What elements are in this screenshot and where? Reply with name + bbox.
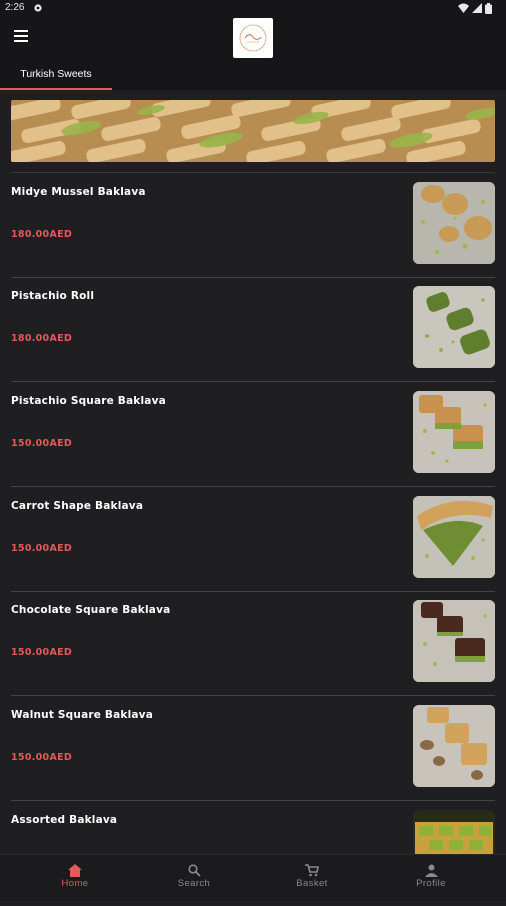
tab-label: Turkish Sweets	[20, 68, 92, 80]
product-price: 180.00AED	[11, 229, 73, 240]
nav-label: Home	[61, 878, 89, 889]
list-item[interactable]: Chocolate Square Baklava 150.00AED	[11, 592, 495, 696]
product-name: Midye Mussel Baklava	[11, 186, 146, 198]
home-icon	[68, 864, 82, 877]
cart-icon	[305, 864, 319, 877]
nav-search[interactable]: Search	[144, 855, 244, 901]
signal-icon	[472, 3, 482, 13]
product-price: 150.00AED	[11, 752, 73, 763]
nav-label: Search	[177, 878, 211, 889]
brand-logo	[233, 18, 273, 58]
nav-profile[interactable]: Profile	[381, 855, 481, 901]
banner-divider	[11, 172, 495, 173]
product-image-carrot-shape[interactable]	[413, 496, 495, 578]
product-name: Chocolate Square Baklava	[11, 604, 171, 616]
row-divider	[11, 381, 495, 382]
product-name: Walnut Square Baklava	[11, 709, 153, 721]
nav-basket[interactable]: Basket	[262, 855, 362, 901]
product-image-pistachio-square[interactable]	[413, 391, 495, 473]
product-name: Pistachio Roll	[11, 290, 95, 302]
nav-label: Basket	[296, 878, 328, 889]
status-time: 2:26	[5, 2, 25, 13]
product-image-chocolate-square[interactable]	[413, 600, 495, 682]
nav-home[interactable]: Home	[25, 855, 125, 901]
list-item[interactable]: Pistachio Square Baklava 150.00AED	[11, 383, 495, 487]
product-image-pistachio-roll[interactable]	[413, 286, 495, 368]
tab-active-indicator	[0, 88, 112, 90]
battery-icon	[485, 3, 492, 14]
product-name: Assorted Baklava	[11, 814, 118, 826]
product-name: Pistachio Square Baklava	[11, 395, 166, 407]
product-price: 150.00AED	[11, 438, 73, 449]
nav-label: Profile	[416, 878, 446, 889]
search-icon	[187, 864, 201, 877]
product-image-mussel-baklava[interactable]	[413, 182, 495, 264]
app-header	[0, 18, 506, 62]
wifi-icon	[458, 3, 469, 13]
product-price: 150.00AED	[11, 647, 73, 658]
settings-gear-icon	[34, 4, 42, 12]
row-divider	[11, 800, 495, 801]
person-icon	[424, 864, 438, 877]
product-image-walnut-square[interactable]	[413, 705, 495, 787]
list-item[interactable]: Carrot Shape Baklava 150.00AED	[11, 488, 495, 592]
list-item[interactable]: Walnut Square Baklava 150.00AED	[11, 697, 495, 801]
menu-icon[interactable]	[14, 30, 32, 46]
list-item[interactable]: Pistachio Roll 180.00AED	[11, 278, 495, 382]
category-tabs: Turkish Sweets	[0, 62, 506, 90]
row-divider	[11, 695, 495, 696]
product-price: 180.00AED	[11, 333, 73, 344]
list-item[interactable]: Midye Mussel Baklava 180.00AED	[11, 174, 495, 278]
product-price: 150.00AED	[11, 543, 73, 554]
product-name: Carrot Shape Baklava	[11, 500, 144, 512]
status-bar: 2:26	[0, 0, 506, 18]
tab-turkish-sweets[interactable]: Turkish Sweets	[0, 62, 112, 90]
row-divider	[11, 486, 495, 487]
category-banner-image	[11, 100, 495, 162]
bottom-navigation: Home Search Basket Profile	[0, 854, 506, 901]
